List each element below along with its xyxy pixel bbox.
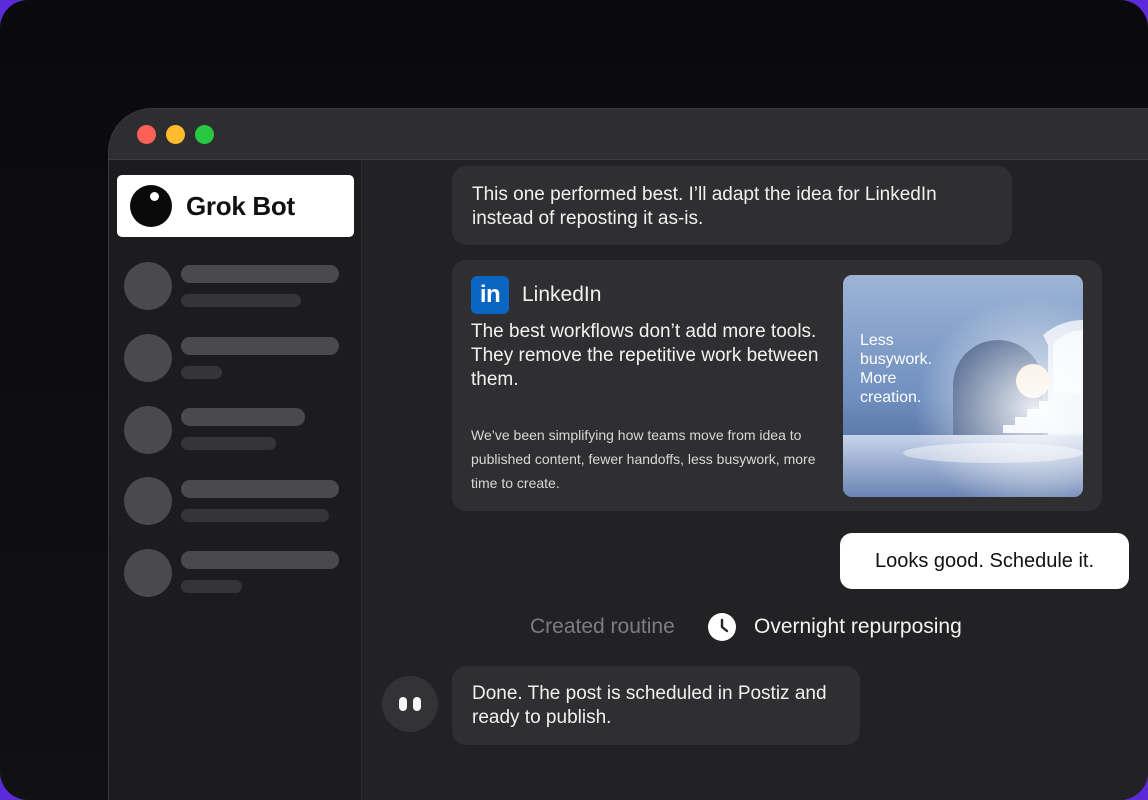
post-headline-line: The best workflows don’t add more tools. bbox=[471, 321, 817, 342]
post-headline: The best workflows don’t add more tools.… bbox=[471, 320, 831, 392]
post-image-caption: Less busywork. More creation. bbox=[860, 331, 980, 407]
placeholder-line bbox=[181, 437, 276, 450]
placeholder-line bbox=[181, 408, 305, 426]
caption-line: busywork. bbox=[860, 351, 933, 368]
user-message: Looks good. Schedule it. bbox=[840, 533, 1129, 589]
platform-name: LinkedIn bbox=[522, 283, 602, 306]
placeholder-line bbox=[181, 580, 242, 593]
close-window-button[interactable] bbox=[137, 125, 156, 144]
minimize-window-button[interactable] bbox=[166, 125, 185, 144]
sidebar: Grok Bot bbox=[109, 160, 362, 800]
caption-line: Less bbox=[860, 332, 894, 349]
app-frame: Grok Bot This one performed best. I’ll a… bbox=[0, 0, 1148, 800]
sidebar-item-grok-bot[interactable]: Grok Bot bbox=[117, 175, 354, 237]
maximize-window-button[interactable] bbox=[195, 125, 214, 144]
linkedin-post-preview[interactable]: in LinkedIn The best workflows don’t add… bbox=[452, 260, 1102, 511]
placeholder-avatar bbox=[124, 549, 172, 597]
post-body: We’ve been simplifying how teams move fr… bbox=[471, 427, 816, 491]
bot-avatar-small bbox=[382, 676, 438, 732]
placeholder-line bbox=[181, 509, 329, 522]
placeholder-line bbox=[181, 551, 339, 569]
caption-line: creation. bbox=[860, 389, 922, 406]
placeholder-avatar bbox=[124, 477, 172, 525]
bot-eye-icon bbox=[399, 697, 407, 711]
placeholder-line bbox=[181, 294, 301, 307]
message-text: Done. The post is scheduled in Postiz an… bbox=[472, 683, 827, 728]
title-bar bbox=[109, 109, 1148, 160]
bot-name: Grok Bot bbox=[186, 191, 295, 221]
caption-line: More bbox=[860, 370, 897, 387]
bot-message: Done. The post is scheduled in Postiz an… bbox=[452, 666, 860, 745]
placeholder-avatar bbox=[124, 406, 172, 454]
chat-window: Grok Bot This one performed best. I’ll a… bbox=[108, 108, 1148, 800]
bot-avatar-icon bbox=[130, 185, 172, 227]
bot-message: This one performed best. I’ll adapt the … bbox=[452, 166, 1012, 245]
clock-icon bbox=[707, 612, 737, 642]
message-text: This one performed best. I’ll adapt the … bbox=[472, 184, 937, 229]
placeholder-avatar bbox=[124, 334, 172, 382]
placeholder-line bbox=[181, 366, 222, 379]
placeholder-line bbox=[181, 480, 339, 498]
routine-status-label: Created routine bbox=[530, 615, 675, 638]
post-image: Less busywork. More creation. bbox=[843, 275, 1083, 497]
post-headline-line: They remove the repetitive work between … bbox=[471, 345, 819, 390]
routine-name[interactable]: Overnight repurposing bbox=[754, 615, 962, 639]
placeholder-avatar bbox=[124, 262, 172, 310]
placeholder-line bbox=[181, 337, 339, 355]
placeholder-line bbox=[181, 265, 339, 283]
bot-eye-icon bbox=[413, 697, 421, 711]
linkedin-icon: in bbox=[471, 276, 509, 314]
